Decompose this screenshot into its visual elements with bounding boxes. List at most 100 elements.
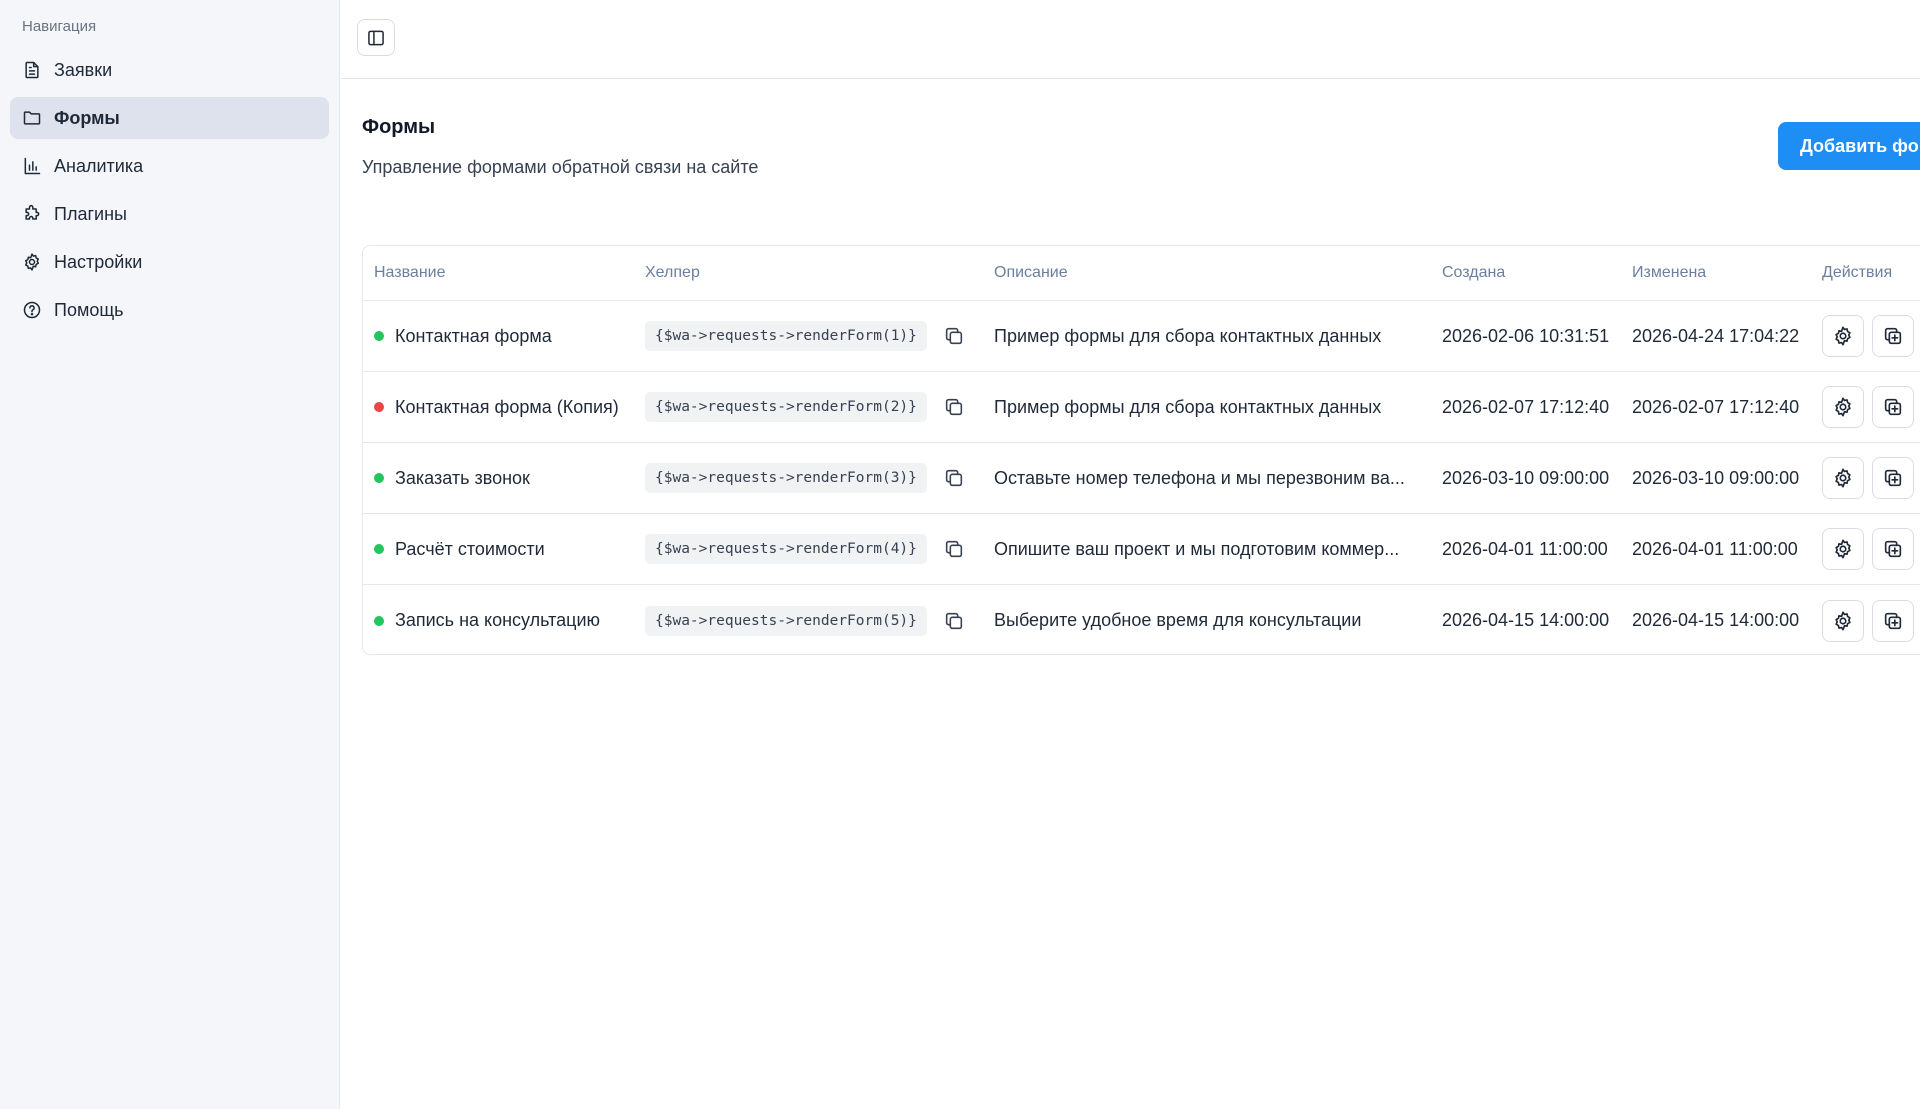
gear-icon — [1832, 538, 1854, 560]
copy-icon[interactable] — [943, 467, 965, 489]
cell-name: Контактная форма (Копия) — [363, 397, 634, 418]
copy-icon[interactable] — [943, 396, 965, 418]
sidebar-item-label: Заявки — [54, 59, 113, 80]
sidebar-item-analytics[interactable]: Аналитика — [10, 145, 329, 187]
column-header-description[interactable]: Описание — [983, 264, 1431, 282]
cell-description: Выберите удобное время для консультации — [994, 610, 1362, 630]
column-header-created[interactable]: Создана — [1431, 264, 1621, 282]
sidebar-item-label: Аналитика — [54, 155, 144, 176]
duplicate-form-button[interactable] — [1872, 457, 1914, 499]
help-circle-icon — [23, 301, 41, 319]
cell-updated: 2026-04-15 14:00:00 — [1632, 610, 1800, 630]
copy-icon[interactable] — [943, 538, 965, 560]
duplicate-form-button[interactable] — [1872, 386, 1914, 428]
sidebar-toggle-icon — [368, 30, 384, 45]
table-row: Расчёт стоимости {$wa->requests->renderFo… — [363, 514, 1920, 585]
copy-icon[interactable] — [943, 325, 965, 347]
form-name[interactable]: Контактная форма — [395, 326, 552, 347]
table-row: Контактная форма {$wa->requests->renderFo… — [363, 301, 1920, 372]
helper-code: {$wa->requests->renderForm(4)} — [645, 534, 927, 564]
helper-code: {$wa->requests->renderForm(5)} — [645, 605, 927, 636]
cell-updated: 2026-04-24 17:04:22 — [1632, 325, 1800, 346]
form-settings-button[interactable] — [1822, 599, 1864, 642]
cell-created: 2026-02-07 17:12:40 — [1442, 396, 1610, 417]
cell-updated: 2026-02-07 17:12:40 — [1632, 396, 1800, 417]
column-header-name[interactable]: Название — [363, 264, 634, 282]
form-name[interactable]: Контактная форма (Копия) — [395, 397, 619, 418]
cell-actions — [1811, 315, 1920, 357]
gear-icon — [1832, 325, 1854, 347]
cell-description: Оставьте номер телефона и мы перезвоним … — [994, 467, 1405, 488]
sidebar-item-label: Плагины — [54, 203, 127, 224]
duplicate-form-button[interactable] — [1872, 528, 1914, 570]
duplicate-icon — [1882, 467, 1904, 489]
form-settings-button[interactable] — [1822, 315, 1864, 357]
sidebar-item-forms[interactable]: Формы — [10, 97, 329, 139]
column-header-helper[interactable]: Хелпер — [634, 264, 983, 282]
copy-icon[interactable] — [943, 610, 965, 632]
sidebar-caption: Навигация — [22, 18, 97, 35]
cell-actions — [1811, 528, 1920, 570]
cell-name: Заказать звонок — [363, 468, 634, 489]
form-settings-button[interactable] — [1822, 386, 1864, 428]
table-row: Контактная форма (Копия) {$wa->requests->… — [363, 372, 1920, 443]
sidebar-item-label: Помощь — [54, 299, 124, 320]
form-settings-button[interactable] — [1822, 528, 1864, 570]
form-name[interactable]: Расчёт стоимости — [395, 539, 545, 560]
cell-name: Расчёт стоимости — [363, 539, 634, 560]
cell-description: Пример формы для сбора контактных данных — [994, 325, 1382, 346]
sidebar-item-label: Настройки — [54, 251, 143, 272]
puzzle-icon — [25, 204, 40, 220]
status-dot — [374, 402, 384, 412]
add-form-button[interactable]: Добавить форму — [1778, 122, 1920, 170]
cell-actions — [1811, 457, 1920, 499]
cell-name: Запись на консультацию — [363, 610, 634, 631]
page-title: Формы — [362, 116, 436, 138]
sidebar-item-help[interactable]: Помощь — [10, 289, 329, 331]
helper-code: {$wa->requests->renderForm(1)} — [645, 321, 927, 351]
form-name[interactable]: Заказать звонок — [395, 468, 530, 489]
sidebar-item-settings[interactable]: Настройки — [10, 241, 329, 283]
cell-actions — [1811, 386, 1920, 428]
column-header-updated[interactable]: Изменена — [1621, 264, 1811, 282]
sidebar-toggle-button[interactable] — [357, 19, 395, 56]
status-dot — [374, 331, 384, 341]
cell-helper: {$wa->requests->renderForm(3)} — [634, 463, 983, 493]
cell-helper: {$wa->requests->renderForm(1)} — [634, 321, 983, 351]
main-content: Формы Управление формами обратной связи … — [341, 0, 1920, 1109]
cell-updated: 2026-04-01 11:00:00 — [1632, 538, 1798, 559]
sidebar-item-plugins[interactable]: Плагины — [10, 193, 329, 235]
cell-helper: {$wa->requests->renderForm(5)} — [634, 605, 983, 636]
duplicate-form-button[interactable] — [1872, 599, 1914, 642]
duplicate-icon — [1882, 538, 1904, 560]
cell-helper: {$wa->requests->renderForm(4)} — [634, 534, 983, 564]
table-row: Заказать звонок {$wa->requests->renderFor… — [363, 443, 1920, 514]
form-settings-button[interactable] — [1822, 457, 1864, 499]
cell-created: 2026-04-01 11:00:00 — [1442, 538, 1608, 559]
cell-created: 2026-02-06 10:31:51 — [1442, 325, 1610, 346]
sidebar-item-requests[interactable]: Заявки — [10, 49, 329, 91]
status-dot — [374, 615, 384, 626]
table-row: Запись на консультацию {$wa->requests->re… — [363, 585, 1920, 654]
topbar — [341, 0, 1920, 79]
cell-actions — [1811, 599, 1920, 642]
form-name[interactable]: Запись на консультацию — [395, 610, 600, 631]
duplicate-form-button[interactable] — [1872, 315, 1914, 357]
duplicate-icon — [1882, 610, 1904, 632]
page-subtitle: Управление формами обратной связи на сай… — [362, 157, 759, 177]
column-header-actions: Действия — [1822, 264, 1893, 281]
cell-description: Пример формы для сбора контактных данных — [994, 396, 1382, 417]
gear-icon — [1832, 396, 1854, 418]
status-dot — [374, 473, 384, 483]
status-dot — [374, 544, 384, 554]
sidebar: Навигация Заявки Формы Аналитика Плагины… — [0, 0, 340, 1109]
gear-icon — [1832, 467, 1854, 489]
cell-helper: {$wa->requests->renderForm(2)} — [634, 392, 983, 422]
table-body: Контактная форма {$wa->requests->renderFo… — [363, 301, 1920, 654]
cell-created: 2026-04-15 14:00:00 — [1442, 610, 1610, 630]
duplicate-icon — [1882, 325, 1904, 347]
table-header: Название Хелпер Описание Создана Изменен… — [363, 246, 1920, 301]
folder-icon — [23, 111, 41, 125]
bar-chart-icon — [24, 157, 41, 175]
cell-updated: 2026-03-10 09:00:00 — [1632, 467, 1800, 488]
